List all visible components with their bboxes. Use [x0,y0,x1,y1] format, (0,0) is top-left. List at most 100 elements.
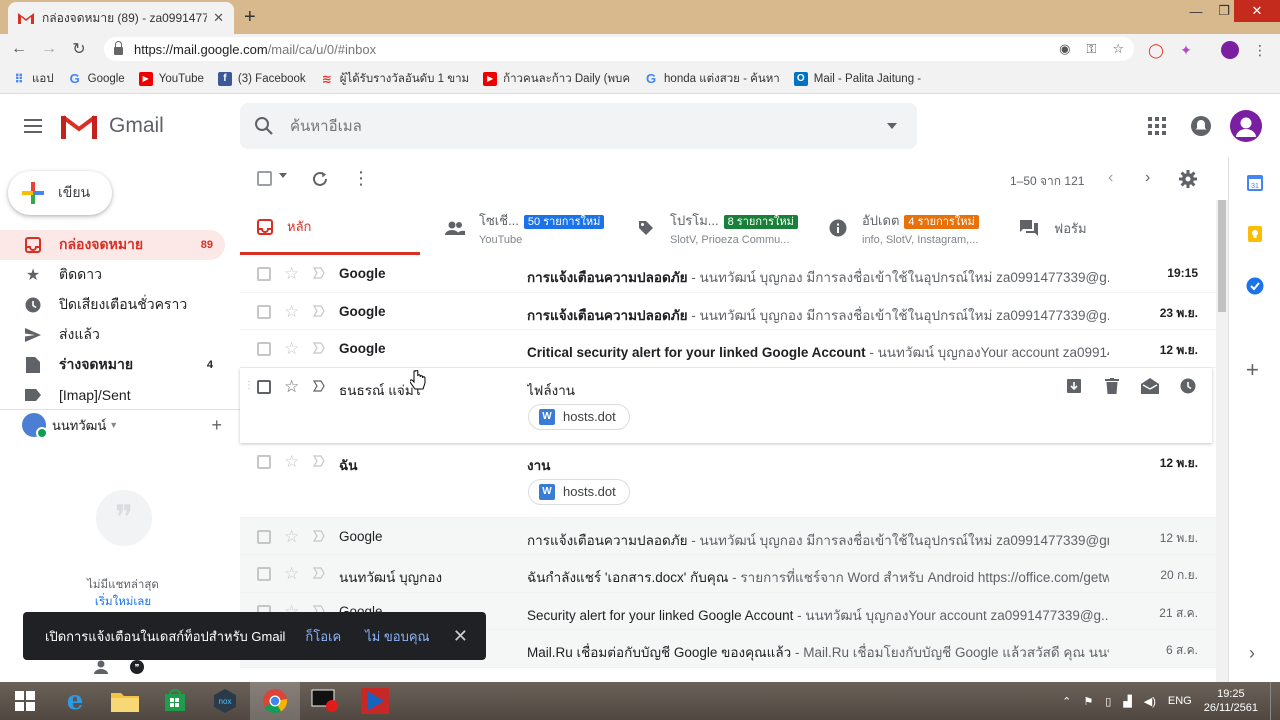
bookmark-ad[interactable]: ≋ ผู้ได้รับรางวัลอันดับ 1 ขาม [320,70,469,88]
email-row[interactable]: ☆ Google การแจ้งเตือนความปลอดภัย - นนทวั… [240,293,1216,330]
important-marker-icon[interactable] [313,304,325,317]
new-tab-button[interactable]: + [244,6,256,29]
network-signal-icon[interactable]: ▟ [1123,695,1131,708]
important-marker-icon[interactable] [313,567,325,579]
search-options-icon[interactable] [887,123,897,129]
snackbar-no-button[interactable]: ไม่ ขอบคุณ [365,626,429,647]
forward-button[interactable]: → [38,38,60,60]
important-marker-icon[interactable] [313,454,325,467]
refresh-icon[interactable] [311,170,329,188]
taskbar-recorder[interactable] [300,682,350,720]
start-button[interactable] [0,682,50,720]
show-desktop-button[interactable] [1270,682,1274,720]
sidebar-item-imap-sent[interactable]: [Imap]/Sent [0,380,225,410]
select-dropdown-icon[interactable] [279,173,287,178]
archive-icon[interactable] [1064,376,1084,396]
add-addon-icon[interactable]: + [1246,357,1259,383]
row-checkbox[interactable] [257,267,271,281]
taskbar-nox[interactable]: nox [200,682,250,720]
star-icon[interactable]: ☆ [284,302,299,322]
address-bar[interactable]: https://mail.google.com/mail/ca/u/0/#inb… [104,37,1134,61]
row-checkbox[interactable] [257,379,271,394]
bookmark-facebook[interactable]: f (3) Facebook [217,71,306,86]
gmail-logo[interactable]: Gmail [61,113,164,139]
bookmark-apps[interactable]: ⠿ แอป [12,70,53,88]
profile-icon[interactable] [1220,40,1240,60]
settings-gear-icon[interactable] [1178,169,1198,189]
prev-page-icon[interactable]: ‹ [1108,169,1113,187]
bookmark-honda[interactable]: Ghonda แต่งสวย - ค้นหา [644,70,780,88]
new-chat-plus-icon[interactable]: + [211,415,222,436]
tab-forums[interactable]: ฟอรัม [1020,201,1087,255]
scrollbar-thumb[interactable] [1218,200,1226,312]
snackbar-close-icon[interactable]: ✕ [453,626,468,647]
taskbar-app[interactable] [350,682,400,720]
row-checkbox[interactable] [257,529,271,544]
tab-close-icon[interactable]: ✕ [213,10,224,26]
star-icon[interactable]: ☆ [284,377,299,397]
sidebar-item-inbox[interactable]: กล่องจดหมาย 89 [0,230,225,260]
taskbar-explorer[interactable] [100,682,150,720]
browser-tab[interactable]: กล่องจดหมาย (89) - za0991477339@ ✕ [8,2,234,34]
email-row[interactable]: ⋮⋮ ☆ ธนธรณ์ แจ่มใ ไฟล์งาน W hosts.dot [240,367,1212,443]
row-checkbox[interactable] [257,342,271,356]
taskbar-chrome[interactable] [250,682,300,720]
search-bar[interactable] [240,103,917,149]
main-menu-icon[interactable] [24,119,42,133]
taskbar-ie[interactable]: e [50,682,100,720]
compose-button[interactable]: เขียน [8,171,112,215]
bookmark-star-icon[interactable]: ☆ [1112,41,1124,57]
tab-primary[interactable]: หลัก [240,201,420,255]
volume-icon[interactable]: ◀) [1144,695,1156,708]
list-scrollbar[interactable] [1216,200,1228,682]
language-indicator[interactable]: ENG [1168,695,1192,707]
important-marker-icon[interactable] [313,379,325,392]
notifications-icon[interactable] [1190,115,1212,137]
row-checkbox[interactable] [257,454,271,469]
important-marker-icon[interactable] [313,267,325,279]
star-icon[interactable]: ☆ [284,264,299,284]
keep-icon[interactable] [1246,225,1264,243]
sidebar-item-drafts[interactable]: ร่างจดหมาย 4 [0,350,225,380]
star-icon[interactable]: ☆ [284,452,299,472]
attachment-chip[interactable]: W hosts.dot [528,403,630,430]
hangouts-icon[interactable]: ❞ [130,660,144,674]
email-row[interactable]: ☆ Google การแจ้งเตือนความปลอดภัย - นนทวั… [240,255,1216,293]
row-checkbox[interactable] [257,567,271,581]
chrome-menu-icon[interactable]: ⋮ [1250,40,1270,60]
back-button[interactable]: ← [8,38,30,60]
select-all-checkbox[interactable] [257,171,272,186]
bookmark-google[interactable]: G Google [68,71,125,86]
calendar-icon[interactable]: 31 [1246,174,1264,192]
hangouts-user[interactable]: นนทวัฒน์ ▼ + [22,413,222,439]
email-row[interactable]: ☆ Google Critical security alert for you… [240,330,1216,368]
delete-icon[interactable] [1102,376,1122,396]
reload-button[interactable]: ↻ [68,38,90,60]
expand-panel-icon[interactable]: › [1249,643,1255,664]
taskbar-store[interactable] [150,682,200,720]
star-icon[interactable]: ☆ [284,527,299,547]
attachment-chip[interactable]: W hosts.dot [528,478,630,505]
mark-unread-icon[interactable] [1140,376,1160,396]
email-row[interactable]: ☆ Google การแจ้งเตือนความปลอดภัย - นนทวั… [240,517,1216,555]
key-icon[interactable]: ⚿ [1086,41,1096,57]
search-icon[interactable] [254,116,274,136]
view-icon[interactable]: ◉ [1059,41,1070,57]
action-center-flag-icon[interactable]: ⚑ [1083,695,1093,708]
sidebar-item-snoozed[interactable]: ปิดเสียงเตือนชั่วคราว [0,290,225,320]
snooze-icon[interactable] [1178,376,1198,396]
sidebar-item-sent[interactable]: ส่งแล้ว [0,320,225,350]
opera-extension-icon[interactable]: ◯ [1146,40,1166,60]
more-options-icon[interactable]: ⋮ [352,168,370,189]
tab-promotions[interactable]: โปรโม... 8 รายการใหม่ SlotV, Prioeza Comm… [638,201,798,255]
snackbar-ok-button[interactable]: ก็โอเค [305,626,341,647]
start-new-chat-link[interactable]: เริ่มใหม่เลย [60,594,186,611]
star-icon[interactable]: ☆ [284,564,299,584]
next-page-icon[interactable]: › [1145,169,1150,187]
bookmark-youtube[interactable]: ▶ YouTube [138,71,204,86]
email-row[interactable]: ☆ ฉัน งาน 12 พ.ย. W hosts.dot [240,443,1216,518]
star-icon[interactable]: ☆ [284,339,299,359]
sidebar-item-starred[interactable]: ★ ติดดาว [0,260,225,290]
email-row[interactable]: ☆ นนทวัฒน์ บุญกอง ฉันกำลังแชร์ 'เอกสาร.d… [240,555,1216,593]
important-marker-icon[interactable] [313,529,325,542]
